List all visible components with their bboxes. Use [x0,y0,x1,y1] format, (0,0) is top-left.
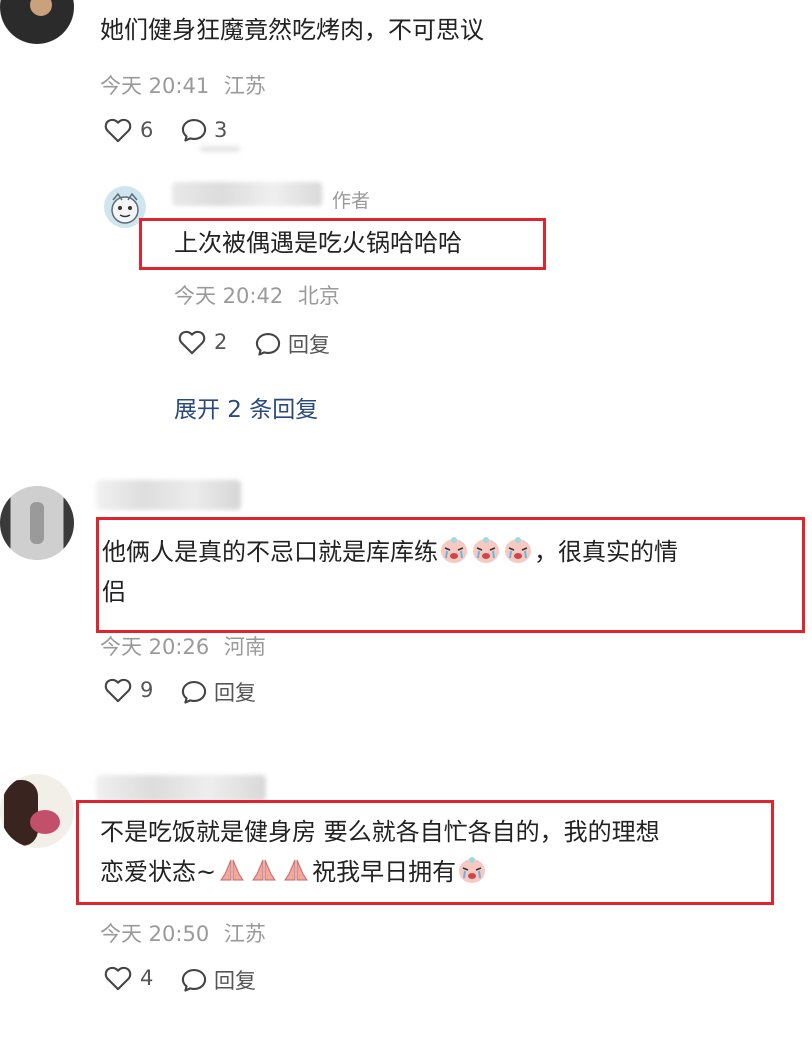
reply-text: 上次被偶遇是吃火锅哈哈哈 [174,229,462,257]
comment-meta: 今天 20:41 江苏 [100,70,266,100]
heart-outline-icon [104,118,132,143]
like-button[interactable]: 4 [104,965,153,991]
redacted-username [96,775,266,801]
reply-button[interactable]: 回复 [180,677,256,707]
reply-count-button[interactable]: 3 [180,117,227,143]
comment-location: 江苏 [223,74,266,98]
crying-face-emoji [473,537,499,563]
comment-location: 江苏 [223,922,266,946]
heart-outline-icon [178,330,206,355]
redacted-strip [200,146,240,152]
crying-face-emoji [505,537,531,563]
like-count: 9 [140,678,154,702]
heart-outline-icon [104,678,132,703]
like-button[interactable]: 2 [178,329,227,355]
speech-bubble-icon [255,333,281,356]
speech-bubble-icon [181,969,207,992]
comment-text-part: ，很真实的情 [534,538,678,566]
comment-time: 今天 20:26 [100,635,210,659]
comment-time: 今天 20:50 [100,922,210,946]
praying-hands-emoji [220,859,245,881]
reply-count: 3 [214,118,228,142]
like-button[interactable]: 6 [104,117,153,143]
comment-text: 他俩人是真的不忌口就是库库练 ，很真实的情侣 [102,532,782,612]
like-button[interactable]: 9 [104,677,153,703]
comment-text-part: 祝我早日拥有 [312,858,457,886]
comment-text-part: 恋爱状态~ [100,858,217,886]
comment-text: 不是吃饭就是健身房 要么就各自忙各自的，我的理想 恋爱状态~ 祝我早日拥有 [100,812,765,892]
reply-button[interactable]: 回复 [254,329,330,359]
comment-text-part: 他俩人是真的不忌口就是库库练 [102,538,438,566]
reply-button[interactable]: 回复 [180,965,256,995]
user-avatar[interactable] [0,486,74,560]
reply-label: 回复 [214,681,256,705]
comment-meta: 今天 20:26 河南 [100,631,266,661]
praying-hands-emoji [252,859,277,881]
comment-text: 她们健身狂魔竟然吃烤肉，不可思议 [100,16,484,44]
user-avatar[interactable] [0,0,74,44]
crying-face-emoji [459,857,486,883]
praying-hands-emoji [284,859,309,881]
reply-label: 回复 [214,969,256,993]
reply-label: 回复 [288,333,330,357]
redacted-username [172,182,322,206]
speech-bubble-icon [181,681,207,704]
crying-face-emoji [441,537,467,563]
comment-meta: 今天 20:50 江苏 [100,918,266,948]
comment-text-part: 侣 [102,578,126,606]
like-count: 4 [140,966,154,990]
like-count: 6 [140,118,154,142]
redacted-username [96,480,241,510]
speech-bubble-icon [181,119,207,142]
expand-replies-link[interactable]: 展开 2 条回复 [174,390,318,424]
user-avatar[interactable] [0,774,74,848]
comment-location: 河南 [223,635,266,659]
heart-outline-icon [104,966,132,991]
reply-time: 今天 20:42 [174,284,284,308]
like-count: 2 [214,330,228,354]
comment-time: 今天 20:41 [100,74,210,98]
author-tag: 作者 [332,190,371,212]
comment-text-part: 不是吃饭就是健身房 要么就各自忙各自的，我的理想 [100,818,660,846]
reply-location: 北京 [297,284,340,308]
reply-meta: 今天 20:42 北京 [174,280,340,310]
